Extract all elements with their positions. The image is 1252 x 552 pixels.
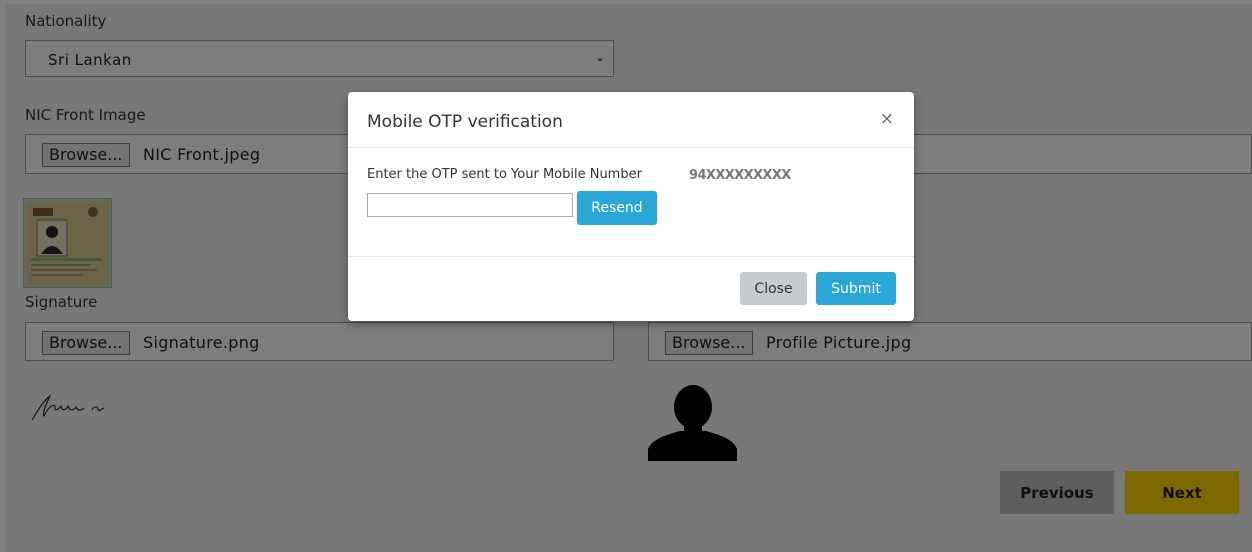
modal-title: Mobile OTP verification [367,112,563,132]
close-icon[interactable]: × [880,109,894,129]
submit-button[interactable]: Submit [816,272,896,305]
otp-prompt: Enter the OTP sent to Your Mobile Number [367,167,642,182]
modal-footer-divider [348,256,914,257]
close-button[interactable]: Close [740,272,807,305]
modal-header: Mobile OTP verification × [348,92,914,148]
otp-input[interactable] [367,193,573,217]
otp-modal: Mobile OTP verification × Enter the OTP … [348,92,914,321]
resend-button[interactable]: Resend [577,191,657,225]
mobile-number: 94XXXXXXXXX [689,168,791,183]
